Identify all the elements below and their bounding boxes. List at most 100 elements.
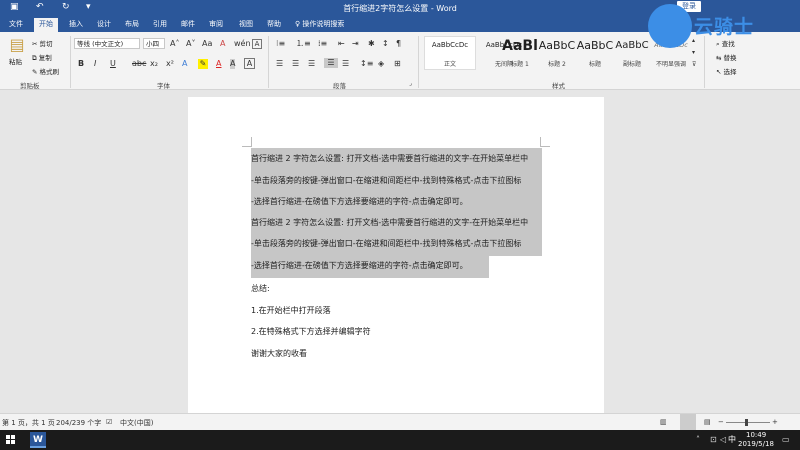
read-mode-icon[interactable]: ▥ [660, 418, 667, 426]
status-bar: 第 1 页，共 1 页 204/239 个字 ☑ 中文(中国) ▥ ▤ − + [0, 413, 800, 430]
styles-more-icon[interactable]: ⊽ [692, 60, 696, 70]
multilevel-list-icon[interactable]: ⁞≡ [318, 39, 327, 49]
clock-time[interactable]: 10:49 [746, 431, 766, 439]
align-right-icon[interactable]: ☰ [308, 59, 315, 69]
bullets-icon[interactable]: ⁝≡ [276, 39, 285, 49]
paragraph-line[interactable]: 首行缩进 2 字符怎么设置: 打开文档-选中需要首行缩进的文字-在开始菜单栏中 [251, 217, 528, 229]
clear-format-icon[interactable]: A [220, 39, 225, 49]
align-center-icon[interactable]: ☰ [292, 59, 299, 69]
clock-date[interactable]: 2019/5/18 [738, 440, 774, 448]
change-case-icon[interactable]: Aa [202, 39, 212, 49]
web-layout-icon[interactable]: ▤ [704, 418, 711, 426]
zoom-out-icon[interactable]: − [718, 418, 724, 426]
tab-file[interactable]: 文件 [6, 18, 26, 32]
page-count[interactable]: 第 1 页，共 1 页 [2, 418, 55, 428]
summary-item[interactable]: 1.在开始栏中打开段落 [251, 305, 331, 317]
phonetic-guide-icon[interactable]: wén [234, 39, 251, 49]
divider [704, 36, 705, 88]
paste-button[interactable]: 粘贴 [9, 56, 22, 66]
borders-icon[interactable]: ⊞ [394, 59, 401, 69]
tab-insert[interactable]: 插入 [66, 18, 86, 32]
numbering-icon[interactable]: ⒈≡ [296, 39, 311, 49]
bold-icon[interactable]: B [78, 59, 84, 69]
tab-review[interactable]: 审阅 [206, 18, 226, 32]
replace-button[interactable]: ⇆ 替换 [716, 52, 737, 62]
language-indicator[interactable]: 中文(中国) [120, 418, 153, 428]
closing-line[interactable]: 谢谢大家的收看 [251, 348, 307, 360]
font-name-select[interactable]: 等线 (中文正文) [74, 38, 140, 49]
paragraph-line[interactable]: -选择首行缩进-在磅值下方选择要缩进的字符-点击确定即可。 [251, 196, 468, 208]
word-count[interactable]: 204/239 个字 [56, 418, 101, 428]
strikethrough-icon[interactable]: abc [132, 59, 146, 69]
windows-start-icon[interactable] [6, 435, 16, 445]
underline-icon[interactable]: U [110, 59, 116, 69]
style-subtitle[interactable]: AaBbC 副标题 [612, 36, 652, 70]
word-taskbar-icon[interactable]: W [30, 432, 46, 448]
ime-indicator[interactable]: 中 [728, 434, 736, 445]
sort-icon[interactable]: ↕ [382, 39, 389, 49]
tab-mailings[interactable]: 邮件 [178, 18, 198, 32]
copy-button[interactable]: ⧉ 复制 [32, 52, 52, 63]
align-left-icon[interactable]: ☰ [276, 59, 283, 69]
tab-design[interactable]: 设计 [94, 18, 114, 32]
cursor-icon: ↖ [716, 68, 722, 76]
summary-item[interactable]: 2.在特殊格式下方选择并编辑字符 [251, 326, 371, 338]
line-spacing-icon[interactable]: ↕≡ [360, 59, 373, 69]
increase-indent-icon[interactable]: ⇥ [352, 39, 359, 49]
paragraph-line[interactable]: -选择首行缩进-在磅值下方选择要缩进的字符-点击确定即可。 [251, 260, 468, 272]
justify-icon[interactable]: ☰ [324, 58, 338, 68]
text-effects-icon[interactable]: A [182, 59, 187, 69]
tab-view[interactable]: 视图 [236, 18, 256, 32]
paragraph-group-label: 段落 [333, 82, 346, 90]
tab-home[interactable]: 开始 [34, 18, 58, 32]
styles-scroll-down-icon[interactable]: ▾ [692, 48, 695, 58]
chinese-layout-icon[interactable]: ✱ [368, 39, 375, 49]
italic-icon[interactable]: I [94, 59, 96, 69]
paragraph-line[interactable]: 首行缩进 2 字符怎么设置: 打开文档-选中需要首行缩进的文字-在开始菜单栏中 [251, 153, 528, 165]
notification-icon[interactable]: ▭ [782, 435, 790, 444]
shrink-font-icon[interactable]: A˅ [186, 39, 195, 49]
style-title[interactable]: AaBbC 标题 [574, 36, 616, 70]
distributed-icon[interactable]: ☰ [342, 59, 349, 69]
select-button[interactable]: ↖ 选择 [716, 66, 737, 76]
watermark-text: 云骑士 [694, 16, 755, 38]
tell-me-search[interactable]: ♀ 操作说明搜索 [295, 18, 344, 30]
char-border-icon[interactable]: A [244, 58, 255, 69]
enclose-char-icon[interactable]: A [252, 39, 262, 49]
font-size-select[interactable]: 小四 [143, 38, 165, 49]
subscript-icon[interactable]: x₂ [150, 59, 158, 69]
font-color-icon[interactable]: A [216, 59, 221, 69]
print-layout-icon[interactable] [680, 414, 696, 430]
decrease-indent-icon[interactable]: ⇤ [338, 39, 345, 49]
format-painter-button[interactable]: ✎ 格式刷 [32, 66, 59, 76]
show-marks-icon[interactable]: ¶ [396, 39, 401, 49]
paragraph-line[interactable]: -单击段落旁的按键-弹出窗口-在缩进和间距栏中-找到特殊格式-点击下拉图标 [251, 238, 521, 250]
tray-expand-icon[interactable]: ˄ [696, 435, 700, 444]
superscript-icon[interactable]: x² [166, 59, 174, 69]
summary-heading[interactable]: 总结: [251, 283, 270, 295]
grow-font-icon[interactable]: A˄ [170, 39, 179, 49]
paste-icon[interactable]: ▤ [8, 36, 26, 54]
cut-button[interactable]: ✂ 剪切 [32, 38, 53, 48]
network-icon[interactable]: ⊡ [710, 435, 717, 444]
volume-icon[interactable]: ◁ [720, 435, 726, 444]
zoom-in-icon[interactable]: + [772, 418, 778, 426]
find-button[interactable]: ⌕ 查找 [716, 38, 735, 49]
clipboard-group-label: 剪贴板 [20, 82, 40, 90]
proofing-icon[interactable]: ☑ [106, 418, 112, 426]
tab-help[interactable]: 帮助 [264, 18, 284, 32]
highlight-icon[interactable]: ✎ [198, 59, 208, 69]
divider [268, 36, 269, 88]
style-heading-1[interactable]: AaBl 标题 1 [500, 36, 540, 70]
char-shading-icon[interactable]: A [230, 59, 236, 69]
zoom-slider-thumb[interactable] [745, 419, 748, 426]
zoom-slider[interactable] [726, 422, 770, 423]
paragraph-dialog-launcher-icon[interactable]: ⌟ [409, 79, 412, 89]
style-heading-2[interactable]: AaBbC 标题 2 [536, 36, 578, 70]
brush-icon: ✎ [32, 68, 38, 76]
paragraph-line[interactable]: -单击段落旁的按键-弹出窗口-在缩进和间距栏中-找到特殊格式-点击下拉图标 [251, 175, 521, 187]
style-normal[interactable]: AaBbCcDc 正文 [424, 36, 476, 70]
tab-layout[interactable]: 布局 [122, 18, 142, 32]
tab-references[interactable]: 引用 [150, 18, 170, 32]
shading-icon[interactable]: ◈ [378, 59, 384, 69]
